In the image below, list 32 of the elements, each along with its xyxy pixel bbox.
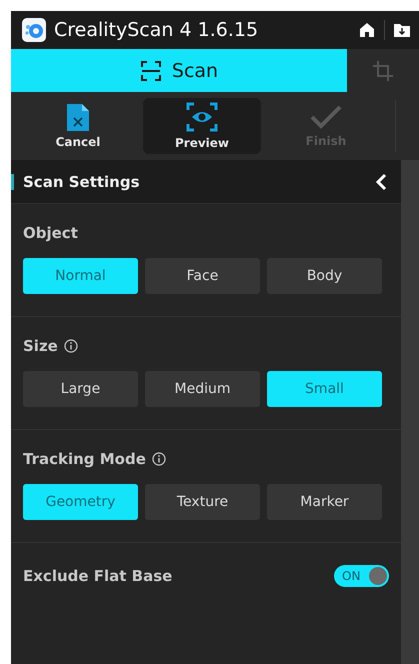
scan-icon [140, 60, 162, 82]
option-button[interactable]: Medium [145, 371, 260, 407]
option-button[interactable]: Small [267, 371, 382, 407]
window-title: CrealityScan 4 1.6.15 [54, 19, 260, 41]
info-icon[interactable] [152, 452, 166, 466]
folder-icon[interactable] [393, 21, 411, 39]
scrollbar[interactable] [401, 160, 419, 664]
option-button[interactable]: Body [267, 258, 382, 294]
preview-button[interactable]: Preview [143, 98, 261, 154]
checkmark-icon [309, 104, 343, 130]
toggle-switch[interactable]: ON [334, 565, 389, 587]
option-button[interactable]: Geometry [23, 484, 138, 520]
scan-tab[interactable]: Scan [11, 49, 347, 92]
option-button[interactable]: Texture [145, 484, 260, 520]
info-icon[interactable] [64, 339, 78, 353]
panel-title: Scan Settings [23, 172, 141, 190]
home-icon[interactable] [358, 21, 376, 39]
section-label: Tracking Mode [23, 450, 146, 468]
eye-scan-icon [186, 102, 218, 132]
option-button[interactable]: Normal [23, 258, 138, 294]
tab-label: Scan [172, 60, 218, 82]
option-button[interactable]: Marker [267, 484, 382, 520]
crop-icon [372, 60, 394, 82]
option-button[interactable]: Face [145, 258, 260, 294]
section-label: Size [23, 337, 58, 355]
section-label: Object [23, 224, 78, 242]
cancel-button[interactable]: Cancel [19, 98, 137, 154]
section-label: Exclude Flat Base [23, 567, 172, 585]
option-button[interactable]: Large [23, 371, 138, 407]
collapse-icon[interactable] [375, 172, 387, 190]
app-logo-icon [22, 18, 46, 42]
document-icon [67, 104, 89, 130]
